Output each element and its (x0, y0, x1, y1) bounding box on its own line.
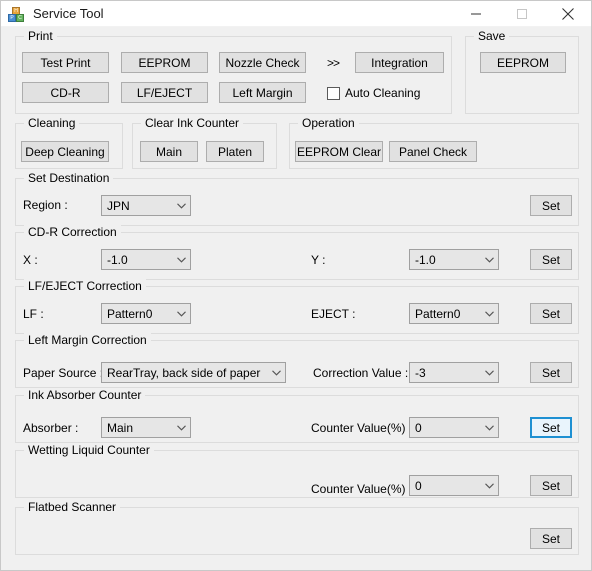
lf-combo[interactable]: Pattern0 (101, 303, 191, 324)
integration-button[interactable]: Integration (355, 52, 444, 73)
region-label: Region : (23, 198, 68, 212)
lf-label: LF : (23, 307, 44, 321)
paper-source-combo[interactable]: RearTray, back side of paper (101, 362, 286, 383)
group-flatbed-scanner: Flatbed Scanner (15, 500, 579, 555)
print-eeprom-button[interactable]: EEPROM (121, 52, 208, 73)
eeprom-clear-button[interactable]: EEPROM Clear (295, 141, 383, 162)
lf-eject-correction-set-button[interactable]: Set (530, 303, 572, 324)
cdr-x-combo-value: -1.0 (107, 252, 128, 267)
ink-absorber-counter-value-combo-value: 0 (415, 420, 422, 435)
chevron-down-icon (173, 256, 190, 263)
close-icon[interactable] (545, 1, 591, 26)
test-print-button[interactable]: Test Print (22, 52, 109, 73)
group-operation-legend: Operation (298, 116, 359, 130)
wetting-counter-value-combo[interactable]: 0 (409, 475, 499, 496)
clear-ink-platen-button[interactable]: Platen (206, 141, 264, 162)
eject-combo[interactable]: Pattern0 (409, 303, 499, 324)
cdr-x-label: X : (23, 253, 38, 267)
group-print-legend: Print (24, 29, 57, 43)
panel-check-button[interactable]: Panel Check (389, 141, 477, 162)
group-cleaning-legend: Cleaning (24, 116, 80, 130)
absorber-combo[interactable]: Main (101, 417, 191, 438)
correction-value-combo-value: -3 (415, 365, 426, 380)
region-combo-value: JPN (107, 198, 130, 213)
chevron-down-icon (173, 310, 190, 317)
cdr-correction-set-button[interactable]: Set (530, 249, 572, 270)
correction-value-combo[interactable]: -3 (409, 362, 499, 383)
chevron-down-icon (481, 369, 498, 376)
chevron-down-icon (481, 256, 498, 263)
paper-source-label: Paper Source : (23, 366, 104, 380)
cdr-x-combo[interactable]: -1.0 (101, 249, 191, 270)
title-bar: H P C Service Tool (1, 1, 591, 27)
ink-absorber-counter-value-combo[interactable]: 0 (409, 417, 499, 438)
left-margin-correction-set-button[interactable]: Set (530, 362, 572, 383)
cdr-y-label: Y : (311, 253, 326, 267)
service-tool-window: H P C Service Tool Print Test Print EEPR… (0, 0, 592, 571)
group-set-destination: Set Destination (15, 171, 579, 226)
region-combo[interactable]: JPN (101, 195, 191, 216)
group-save-legend: Save (474, 29, 510, 43)
group-save: Save (465, 29, 579, 114)
auto-cleaning-checkbox[interactable]: Auto Cleaning (327, 86, 420, 100)
chevron-down-icon (173, 424, 190, 431)
wetting-counter-value-label: Counter Value(%) : (311, 482, 413, 496)
cdr-y-combo-value: -1.0 (415, 252, 436, 267)
lf-eject-button[interactable]: LF/EJECT (121, 82, 208, 103)
window-title: Service Tool (33, 6, 104, 21)
set-destination-set-button[interactable]: Set (530, 195, 572, 216)
minimize-icon[interactable] (453, 1, 499, 26)
lf-combo-value: Pattern0 (107, 306, 153, 321)
deep-cleaning-button[interactable]: Deep Cleaning (21, 141, 109, 162)
group-ink-absorber-counter-legend: Ink Absorber Counter (24, 388, 146, 402)
ink-absorber-counter-value-label: Counter Value(%) : (311, 421, 413, 435)
auto-cleaning-checkbox-box[interactable] (327, 86, 340, 100)
wetting-liquid-counter-set-button[interactable]: Set (530, 475, 572, 496)
absorber-combo-value: Main (107, 420, 134, 435)
chevron-right-double-icon: >> (327, 56, 340, 70)
window-controls (453, 1, 591, 26)
eject-label: EJECT : (311, 307, 356, 321)
chevron-down-icon (173, 202, 190, 209)
left-margin-button[interactable]: Left Margin (219, 82, 306, 103)
group-flatbed-scanner-legend: Flatbed Scanner (24, 500, 121, 514)
eject-combo-value: Pattern0 (415, 306, 461, 321)
blocks-icon: H P C (8, 6, 24, 22)
chevron-down-icon (481, 482, 498, 489)
wetting-counter-value-combo-value: 0 (415, 478, 422, 493)
cdr-button[interactable]: CD-R (22, 82, 109, 103)
auto-cleaning-label: Auto Cleaning (345, 86, 421, 100)
flatbed-scanner-set-button[interactable]: Set (530, 528, 572, 549)
chevron-down-icon (481, 310, 498, 317)
clear-ink-main-button[interactable]: Main (140, 141, 198, 162)
group-set-destination-legend: Set Destination (24, 171, 114, 185)
group-clear-ink-counter-legend: Clear Ink Counter (141, 116, 244, 130)
save-eeprom-button[interactable]: EEPROM (480, 52, 566, 73)
group-wetting-liquid-counter-legend: Wetting Liquid Counter (24, 443, 154, 457)
paper-source-combo-value: RearTray, back side of paper (107, 365, 261, 380)
absorber-label: Absorber : (23, 421, 79, 435)
group-cdr-correction-legend: CD-R Correction (24, 225, 121, 239)
chevron-down-icon (481, 424, 498, 431)
nozzle-check-button[interactable]: Nozzle Check (219, 52, 306, 73)
cdr-y-combo[interactable]: -1.0 (409, 249, 499, 270)
ink-absorber-counter-set-button[interactable]: Set (530, 417, 572, 438)
correction-value-label: Correction Value : (313, 366, 409, 380)
group-lf-eject-correction-legend: LF/EJECT Correction (24, 279, 146, 293)
chevron-down-icon (268, 369, 285, 376)
maximize-icon[interactable] (499, 1, 545, 26)
group-left-margin-correction-legend: Left Margin Correction (24, 333, 151, 347)
